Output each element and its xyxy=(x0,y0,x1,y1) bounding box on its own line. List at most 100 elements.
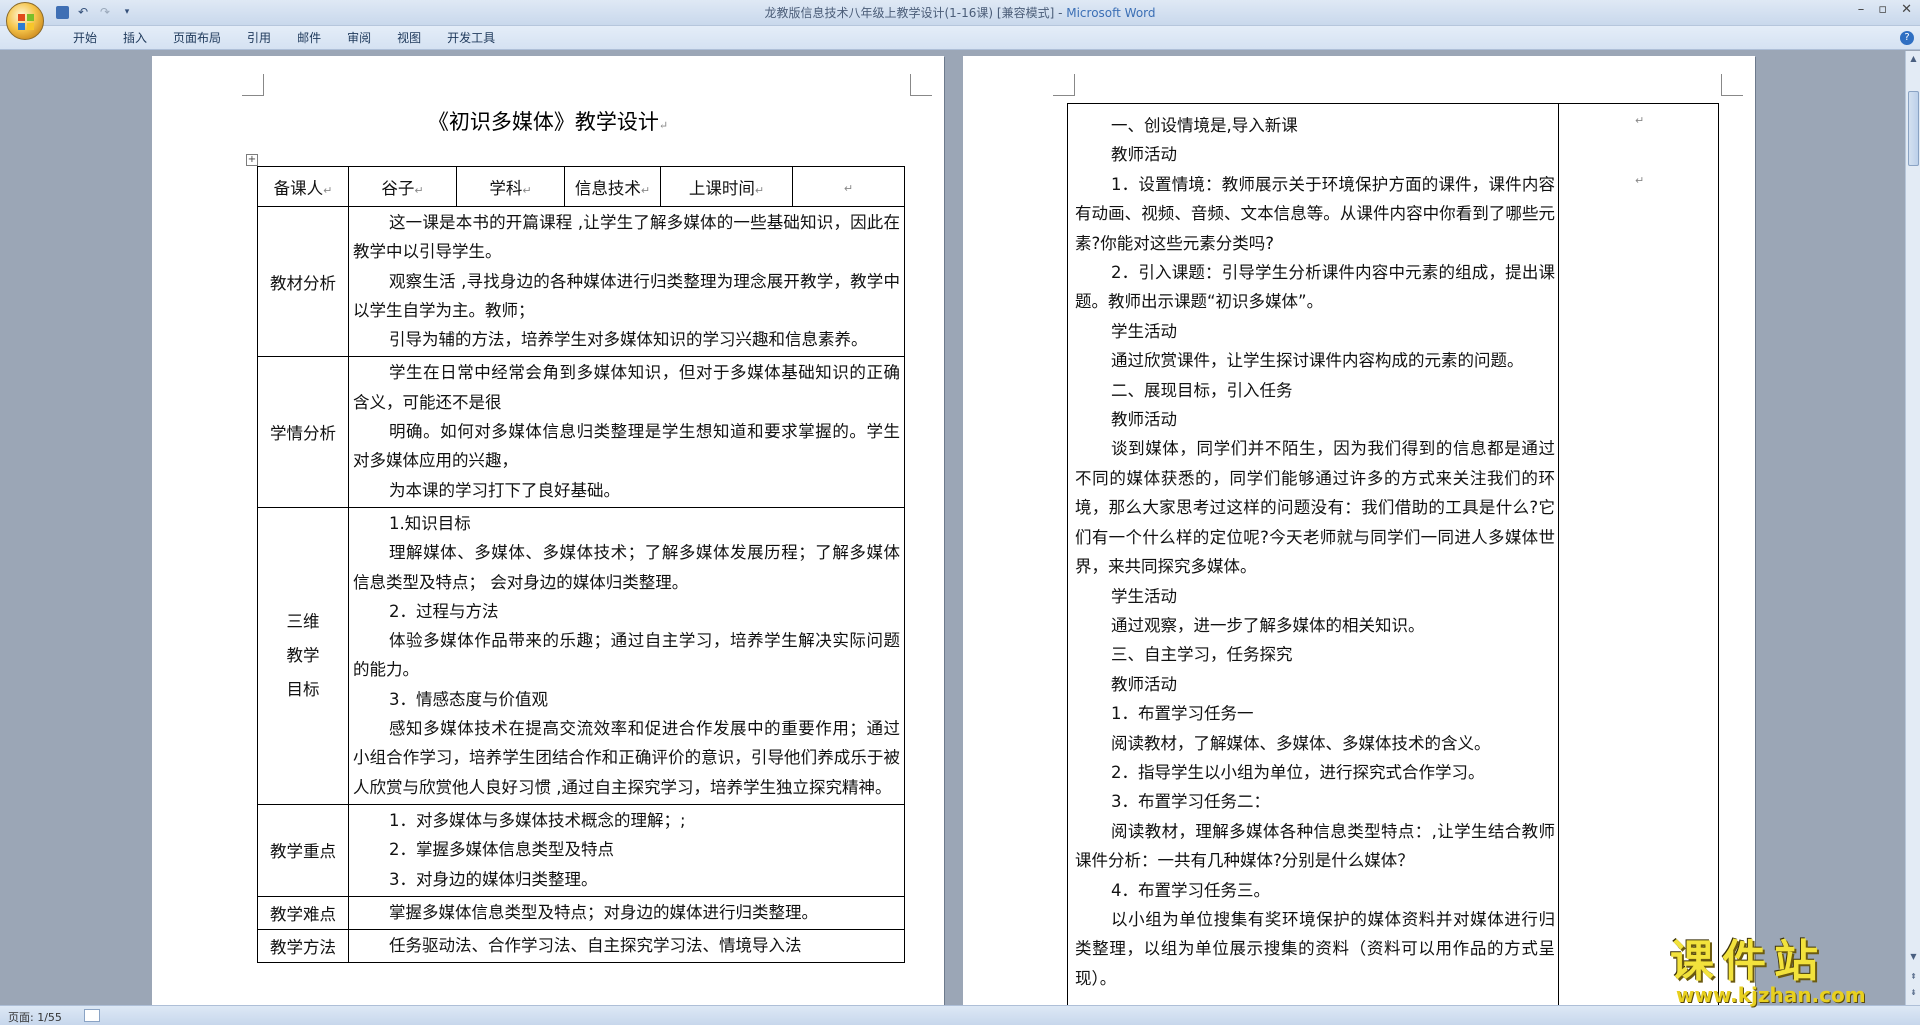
paragraph: 通过欣赏课件，让学生探讨课件内容构成的元素的问题。 xyxy=(1111,351,1524,371)
paragraph: 以小组为单位搜集有奖环境保护的媒体资料并对媒体进行归类整理，以组为单位展示搜集的… xyxy=(1075,909,1555,988)
row-label-line: 三维 xyxy=(286,611,320,631)
ribbon-tab[interactable]: 审阅 xyxy=(334,30,384,47)
window-controls: – ▫ ✕ xyxy=(1858,2,1912,17)
paragraph: 感知多媒体技术在提高交流效率和促进合作发展中的重要作用；通过小组合作学习，培养学… xyxy=(353,719,900,797)
class-time-value: ↵ xyxy=(792,166,905,207)
table-row: 教学难点 掌握多媒体信息类型及特点；对身边的媒体进行归类整理。 xyxy=(257,895,905,931)
table-row: 教学方法 任务驱动法、合作学习法、自主探究学习法、情境导入法 xyxy=(257,929,905,964)
paragraph: 3．情感态度与价值观 xyxy=(389,689,548,709)
class-time-label: 上课时间↵ xyxy=(660,166,793,207)
paragraph: 阅读教材，理解多媒体各种信息类型特点：,让学生结合教师课件分析：一共有几种媒体?… xyxy=(1075,821,1555,871)
help-icon[interactable]: ? xyxy=(1900,31,1914,45)
paragraph: 掌握多媒体信息类型及特点；对身边的媒体进行归类整理。 xyxy=(389,902,818,922)
row-content: 掌握多媒体信息类型及特点；对身边的媒体进行归类整理。 xyxy=(348,895,905,931)
paragraph: 教师活动 xyxy=(1111,674,1177,694)
document-title: 《初识多媒体》教学设计↵ xyxy=(427,110,669,134)
row-content: 1．对多媒体与多媒体技术概念的理解；; 2．掌握多媒体信息类型及特点 3．对身边的媒… xyxy=(348,803,905,897)
table-row: 教材分析 这一课是本书的开篇课程 ,让学生了解多媒体的一些基础知识，因此在教学中以… xyxy=(257,205,905,358)
scroll-up-icon[interactable]: ▲ xyxy=(1908,53,1919,65)
document-page-1: 《初识多媒体》教学设计↵ + 备课人↵ 谷子↵ 学科↵ 信息技术↵ 上课时间↵ … xyxy=(152,56,944,1005)
paragraph: 谈到媒体，同学们并不陌生，因为我们得到的信息都是通过不同的媒体获悉的，同学们能够… xyxy=(1075,439,1555,577)
ribbon-tab[interactable]: 开始 xyxy=(60,30,110,47)
paragraph: 1．设置情境：教师展示关于环境保护方面的课件，课件内容有动画、视频、音频、文本信… xyxy=(1075,174,1555,253)
paragraph: 体验多媒体作品带来的乐趣；通过自主学习，培养学生解决实际问题的能力。 xyxy=(353,631,900,680)
paragraph: 教师活动 xyxy=(1111,145,1177,165)
paragraph: 2．过程与方法 xyxy=(389,601,499,621)
preparer-value: 谷子↵ xyxy=(348,166,457,207)
previous-page-icon[interactable]: ⇞ xyxy=(1908,971,1919,983)
paragraph: 1.知识目标 xyxy=(389,513,471,533)
ribbon-tab[interactable]: 邮件 xyxy=(284,30,334,47)
crop-mark xyxy=(910,74,932,96)
office-button[interactable] xyxy=(6,2,44,40)
paragraph: 引导为辅的方法，培养学生对多媒体知识的学习兴趣和信息素养。 xyxy=(389,330,868,350)
paragraph: 任务驱动法、合作学习法、自主探究学习法、情境导入法 xyxy=(389,936,802,956)
paragraph: 明确。如何对多媒体信息归类整理是学生想知道和要求掌握的。学生对多媒体应用的兴趣， xyxy=(353,422,900,471)
scroll-down-icon[interactable]: ▼ xyxy=(1908,951,1919,963)
next-page-icon[interactable]: ⇟ xyxy=(1908,987,1919,999)
maximize-icon[interactable]: ▫ xyxy=(1878,2,1887,17)
table-row: 教学重点 1．对多媒体与多媒体技术概念的理解；; 2．掌握多媒体信息类型及特点 3．对… xyxy=(257,803,905,897)
row-label: 学情分析 xyxy=(257,356,349,508)
window-title: 龙教版信息技术八年级上教学设计(1-16课) [兼容模式] - Microsof… xyxy=(764,6,1156,20)
proofing-icon[interactable] xyxy=(84,1009,100,1022)
row-content: 学生在日常中经常会角到多媒体知识，但对于多媒体基础知识的正确含义，可能还不是很明… xyxy=(348,356,905,508)
ribbon-tab[interactable]: 引用 xyxy=(234,30,284,47)
paragraph: 3．对身边的媒体归类整理。 xyxy=(389,869,598,889)
cell-end-mark: ↵ xyxy=(1635,114,1645,127)
paragraph: 2．引入课题：引导学生分析课件内容中元素的组成，提出课题。教师出示课题“初识多媒… xyxy=(1075,263,1555,312)
ribbon-tab[interactable]: 视图 xyxy=(384,30,434,47)
preparer-label: 备课人↵ xyxy=(257,166,349,207)
paragraph: 1．对多媒体与多媒体技术概念的理解；; xyxy=(389,810,686,830)
paragraph: 4．布置学习任务三。 xyxy=(1111,880,1270,900)
row-label: 教学难点 xyxy=(257,895,349,931)
title-bar: ↶ ↷ ▾ 龙教版信息技术八年级上教学设计(1-16课) [兼容模式] - Mi… xyxy=(0,0,1920,26)
cell-end-mark: ↵ xyxy=(1635,174,1645,187)
table-move-handle-icon[interactable]: + xyxy=(246,154,258,166)
lesson-plan-table: 备课人↵ 谷子↵ 学科↵ 信息技术↵ 上课时间↵ ↵ 教材分析 这一课是本书的开篇… xyxy=(257,166,905,964)
paragraph: 通过观察，进一步了解多媒体的相关知识。 xyxy=(1111,615,1425,635)
crop-mark xyxy=(242,74,264,96)
paragraph: 3．布置学习任务二： xyxy=(1111,792,1270,812)
ribbon-tab[interactable]: 页面布局 xyxy=(160,30,234,47)
paragraph: 1．布置学习任务一 xyxy=(1111,704,1254,724)
paragraph: 2．掌握多媒体信息类型及特点 xyxy=(389,840,614,860)
lesson-process-text: 一、创设情境是,导入新课 教师活动 1．设置情境：教师展示关于环境保护方面的课件，课… xyxy=(1075,111,1555,993)
scrollbar-thumb[interactable] xyxy=(1908,91,1919,166)
row-label: 教学方法 xyxy=(257,929,349,964)
row-content: 这一课是本书的开篇课程 ,让学生了解多媒体的一些基础知识，因此在教学中以引导学生… xyxy=(348,205,905,358)
row-label: 三维 教学 目标 xyxy=(257,506,349,805)
subject-value: 信息技术↵ xyxy=(564,166,661,207)
paragraph: 二、展现目标，引入任务 xyxy=(1111,380,1293,400)
paragraph: 一、创设情境是,导入新课 xyxy=(1111,116,1298,135)
ribbon-tab[interactable]: 插入 xyxy=(110,30,160,47)
page-indicator[interactable]: 页面: 1/55 xyxy=(8,1009,62,1025)
paragraph: 理解媒体、多媒体、多媒体技术；了解多媒体发展历程；了解多媒体信息类型及特点； 会… xyxy=(353,543,900,592)
paragraph: 这一课是本书的开篇课程 ,让学生了解多媒体的一些基础知识，因此在教学中以引导学生… xyxy=(353,213,900,262)
table-header-row: 备课人↵ 谷子↵ 学科↵ 信息技术↵ 上课时间↵ ↵ xyxy=(257,166,905,207)
vertical-scrollbar[interactable]: ▲ ▼ ⇞ ⇟ xyxy=(1905,51,1920,1005)
paragraph: 阅读教材，了解媒体、多媒体、多媒体技术的含义。 xyxy=(1111,733,1491,753)
subject-label: 学科↵ xyxy=(456,166,565,207)
kjzhan-watermark: 课件站 www.kjzhan.com xyxy=(1670,936,1866,1007)
paragraph: 三、自主学习，任务探究 xyxy=(1111,645,1293,665)
paragraph: 观察生活 ,寻找身边的各种媒体进行归类整理为理念展开教学，教学中以学生自学为主。… xyxy=(353,271,900,320)
row-label-line: 教学 xyxy=(286,645,320,665)
row-content: 1.知识目标理解媒体、多媒体、多媒体技术；了解多媒体发展历程；了解多媒体信息类型… xyxy=(348,506,905,805)
paragraph: 教师活动 xyxy=(1111,410,1177,430)
table-row: 学情分析 学生在日常中经常会角到多媒体知识，但对于多媒体基础知识的正确含义，可能还… xyxy=(257,356,905,508)
row-label: 教学重点 xyxy=(257,803,349,897)
paragraph: 2．指导学生以小组为单位，进行探究式合作学习。 xyxy=(1111,762,1485,782)
row-label: 教材分析 xyxy=(257,205,349,358)
ribbon-tabs: 开始 插入 页面布局 引用 邮件 审阅 视图 开发工具 ? xyxy=(0,26,1920,50)
ribbon-tab[interactable]: 开发工具 xyxy=(434,30,508,47)
crop-mark xyxy=(1721,74,1743,96)
table-row: 三维 教学 目标 1.知识目标 理解媒体、多媒体、多媒体技术；了解多媒体发展历程；了解多… xyxy=(257,506,905,805)
paragraph: 为本课的学习打下了良好基础。 xyxy=(389,480,620,500)
document-page-2: 一、创设情境是,导入新课 教师活动 1．设置情境：教师展示关于环境保护方面的课件，课… xyxy=(963,56,1755,1005)
paragraph: 学生活动 xyxy=(1111,321,1177,341)
crop-mark xyxy=(1053,74,1075,96)
minimize-icon[interactable]: – xyxy=(1858,2,1865,17)
office-logo-icon xyxy=(18,14,34,30)
close-icon[interactable]: ✕ xyxy=(1901,2,1912,17)
